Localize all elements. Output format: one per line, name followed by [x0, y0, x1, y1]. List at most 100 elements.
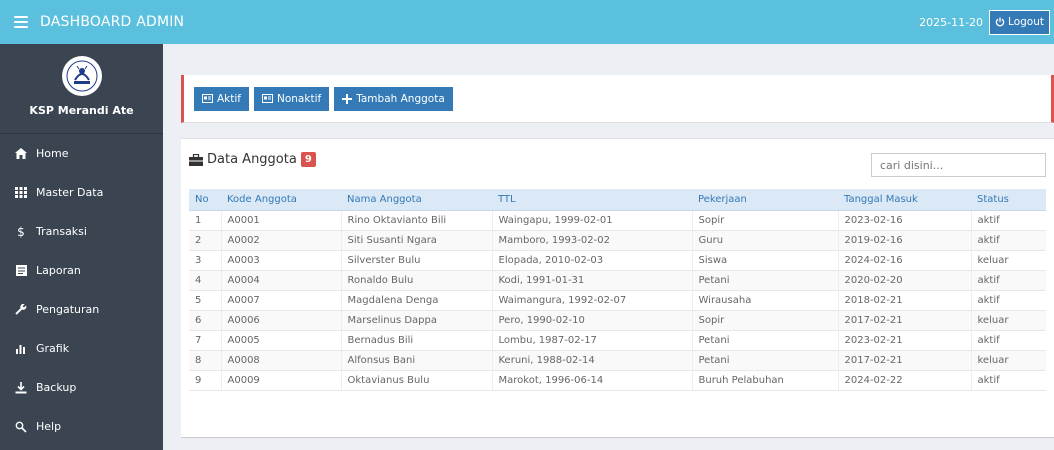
cell-pekerjaan: Buruh Pelabuhan [691, 370, 838, 391]
org-logo [61, 56, 102, 96]
cell-kode: A0005 [220, 330, 341, 351]
cell-nama: Alfonsus Bani [340, 350, 492, 371]
cell-no: 7 [189, 330, 221, 351]
table-header-row: No Kode Anggota Nama Anggota TTL Pekerja… [189, 189, 1046, 211]
hamburger-menu-icon[interactable] [14, 16, 28, 28]
tambah-anggota-label: Tambah Anggota [356, 92, 445, 105]
plus-icon [342, 93, 353, 104]
cell-kode: A0007 [220, 290, 341, 311]
cell-nama: Bernadus Bili [340, 330, 492, 351]
cell-ttl: Waimangura, 1992-02-07 [491, 290, 692, 311]
table-row[interactable]: 6 A0006 Marselinus Dappa Pero, 1990-02-10 So… [189, 310, 1046, 331]
cell-no: 6 [189, 310, 221, 331]
sidebar-item-help[interactable]: Help [0, 407, 163, 446]
cell-tanggal-masuk: 2020-02-20 [837, 270, 971, 291]
col-ttl[interactable]: TTL [492, 189, 692, 211]
sidebar-item-label: Backup [36, 381, 77, 394]
table-row[interactable]: 5 A0007 Magdalena Denga Waimangura, 1992-02… [189, 290, 1046, 311]
cell-no: 2 [189, 230, 221, 251]
cell-no: 1 [189, 210, 221, 231]
cell-ttl: Keruni, 1988-02-14 [491, 350, 692, 371]
sidebar-item-pengaturan[interactable]: Pengaturan [0, 290, 163, 329]
logout-button[interactable]: Logout [989, 9, 1050, 35]
cell-kode: A0008 [220, 350, 341, 371]
action-toolbar: Aktif Nonaktif Tambah Anggota [181, 75, 1054, 123]
cell-pekerjaan: Petani [691, 330, 838, 351]
col-tanggal-masuk[interactable]: Tanggal Masuk [838, 189, 971, 211]
cell-status: aktif [970, 230, 1046, 251]
cell-tanggal-masuk: 2024-02-22 [837, 370, 971, 391]
cell-no: 8 [189, 350, 221, 371]
col-nama-anggota[interactable]: Nama Anggota [341, 189, 492, 211]
col-no[interactable]: No [189, 189, 221, 211]
nonaktif-button[interactable]: Nonaktif [254, 86, 330, 111]
sidebar-item-home[interactable]: Home [0, 134, 163, 173]
cell-pekerjaan: Petani [691, 270, 838, 291]
org-name: KSP Merandi Ate [29, 104, 134, 117]
cell-status: aktif [970, 290, 1046, 311]
help-icon [14, 421, 28, 433]
cell-status: keluar [970, 350, 1046, 371]
cell-status: aktif [970, 210, 1046, 231]
cell-status: keluar [970, 250, 1046, 271]
cell-kode: A0009 [220, 370, 341, 391]
panel-title: Data Anggota [207, 152, 297, 167]
cell-nama: Oktavianus Bulu [340, 370, 492, 391]
power-icon [995, 17, 1005, 27]
cell-ttl: Lombu, 1987-02-17 [491, 330, 692, 351]
cell-pekerjaan: Sopir [691, 210, 838, 231]
top-header: DASHBOARD ADMIN 2025-11-20 Logout [0, 0, 1054, 44]
col-status[interactable]: Status [971, 189, 1046, 211]
grid-icon [14, 187, 28, 198]
search-input[interactable] [871, 153, 1046, 177]
cell-tanggal-masuk: 2017-02-21 [837, 310, 971, 331]
member-count-badge: 9 [300, 152, 316, 167]
cell-nama: Siti Susanti Ngara [340, 230, 492, 251]
cell-kode: A0002 [220, 230, 341, 251]
sidebar-item-transaksi[interactable]: $ Transaksi [0, 212, 163, 251]
cell-tanggal-masuk: 2024-02-16 [837, 250, 971, 271]
cell-nama: Ronaldo Bulu [340, 270, 492, 291]
table-row[interactable]: 1 A0001 Rino Oktavianto Bili Waingapu, 1999… [189, 210, 1046, 231]
home-icon [14, 148, 28, 159]
nonaktif-label: Nonaktif [277, 92, 322, 105]
id-card-icon [262, 94, 273, 103]
table-row[interactable]: 4 A0004 Ronaldo Bulu Kodi, 1991-01-31 Petani… [189, 270, 1046, 291]
table-row[interactable]: 7 A0005 Bernadus Bili Lombu, 1987-02-17 Peta… [189, 330, 1046, 351]
sidebar-item-label: Pengaturan [36, 303, 100, 316]
cell-ttl: Pero, 1990-02-10 [491, 310, 692, 331]
download-icon [14, 381, 28, 394]
cell-ttl: Kodi, 1991-01-31 [491, 270, 692, 291]
cell-pekerjaan: Petani [691, 350, 838, 371]
cell-no: 9 [189, 370, 221, 391]
tambah-anggota-button[interactable]: Tambah Anggota [334, 86, 453, 111]
cell-tanggal-masuk: 2023-02-21 [837, 330, 971, 351]
cell-nama: Silverster Bulu [340, 250, 492, 271]
sidebar-item-label: Laporan [36, 264, 81, 277]
table-row[interactable]: 2 A0002 Siti Susanti Ngara Mamboro, 1993-02… [189, 230, 1046, 251]
col-pekerjaan[interactable]: Pekerjaan [692, 189, 838, 211]
cell-ttl: Mamboro, 1993-02-02 [491, 230, 692, 251]
sidebar-item-label: Transaksi [36, 225, 87, 238]
cell-kode: A0004 [220, 270, 341, 291]
cell-nama: Rino Oktavianto Bili [340, 210, 492, 231]
sidebar-item-backup[interactable]: Backup [0, 368, 163, 407]
cell-kode: A0006 [220, 310, 341, 331]
table-row[interactable]: 8 A0008 Alfonsus Bani Keruni, 1988-02-14 Pet… [189, 350, 1046, 371]
aktif-button[interactable]: Aktif [194, 86, 249, 111]
cell-nama: Magdalena Denga [340, 290, 492, 311]
sidebar-item-master-data[interactable]: Master Data [0, 173, 163, 212]
col-kode-anggota[interactable]: Kode Anggota [221, 189, 341, 211]
report-icon [14, 265, 28, 276]
cell-tanggal-masuk: 2023-02-16 [837, 210, 971, 231]
members-table: No Kode Anggota Nama Anggota TTL Pekerja… [189, 189, 1046, 391]
wrench-icon [14, 303, 28, 316]
sidebar-item-label: Grafik [36, 342, 70, 355]
org-logo-icon [66, 60, 97, 92]
sidebar-item-grafik[interactable]: Grafik [0, 329, 163, 368]
cell-tanggal-masuk: 2019-02-16 [837, 230, 971, 251]
table-row[interactable]: 9 A0009 Oktavianus Bulu Marokot, 1996-06-14… [189, 370, 1046, 391]
sidebar-item-laporan[interactable]: Laporan [0, 251, 163, 290]
panel-heading: Data Anggota 9 [189, 152, 316, 167]
table-row[interactable]: 3 A0003 Silverster Bulu Elopada, 2010-02-03… [189, 250, 1046, 271]
